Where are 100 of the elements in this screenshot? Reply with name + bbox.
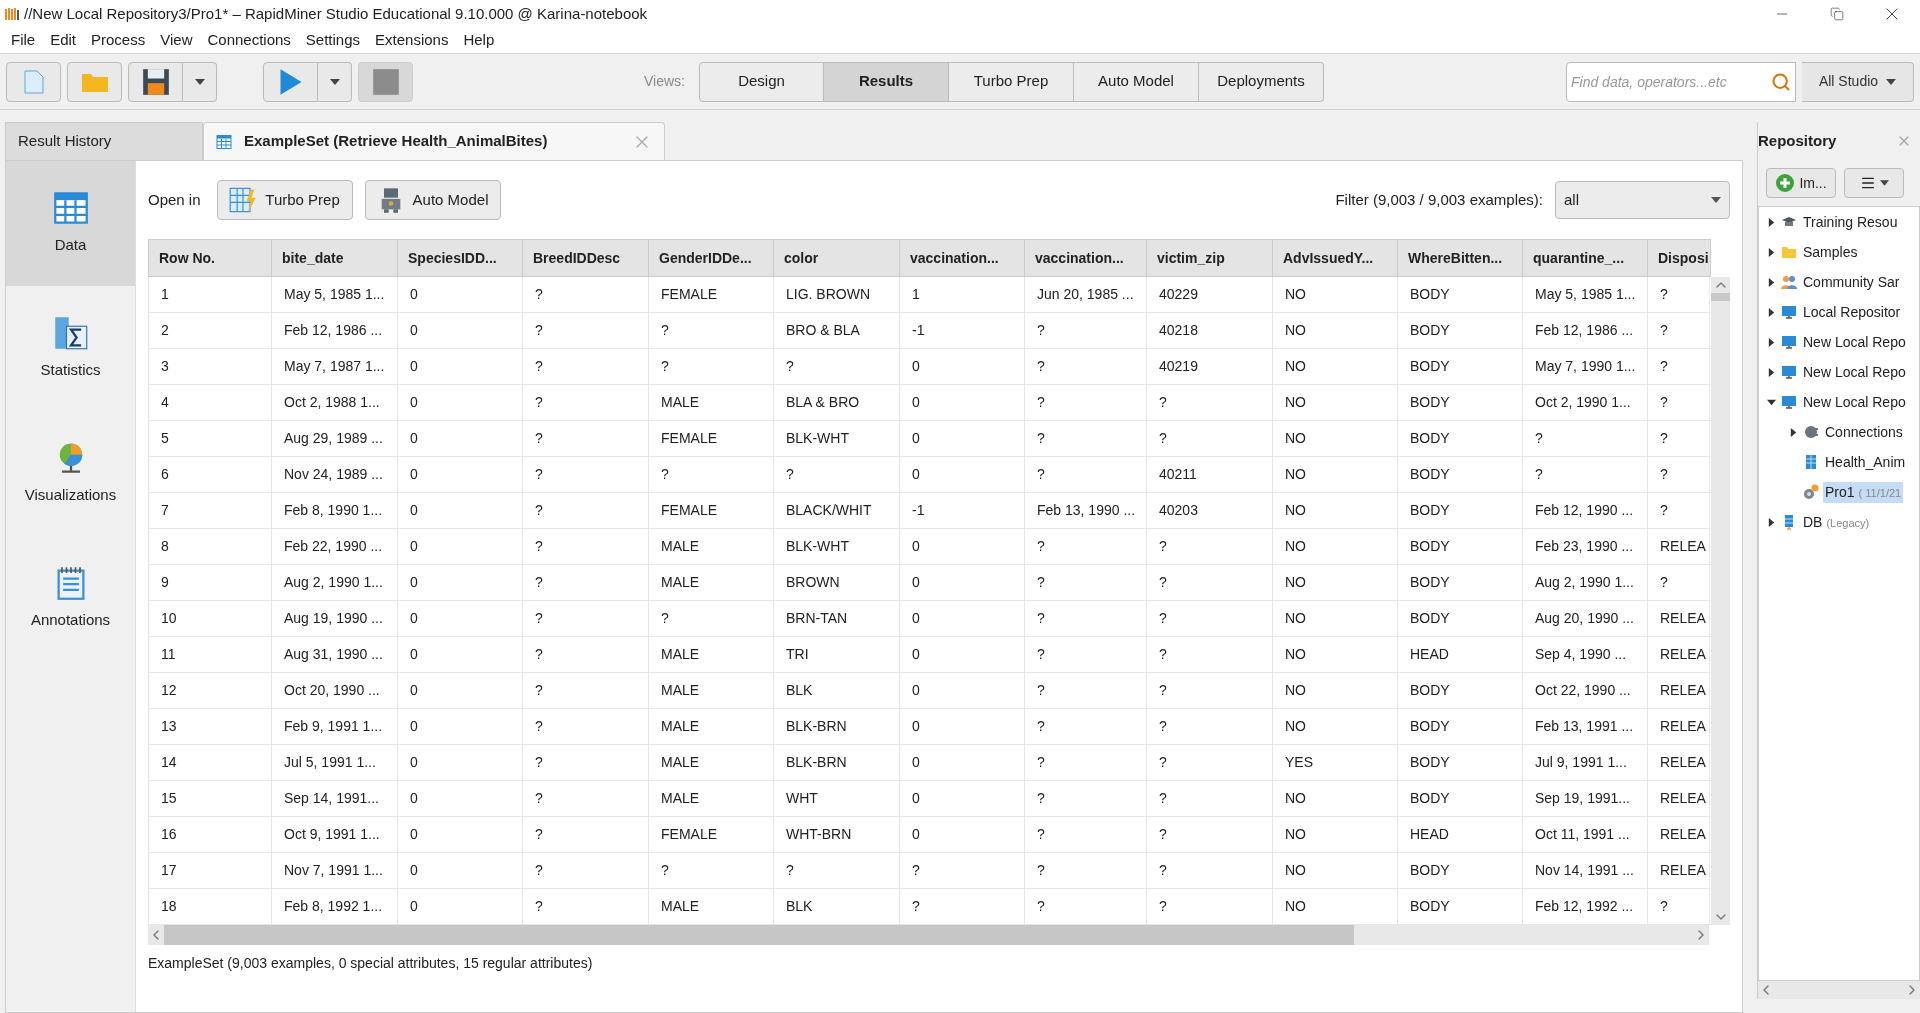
table-cell: ? (523, 601, 649, 636)
restore-icon[interactable] (1830, 7, 1844, 21)
table-cell: NO (1273, 493, 1398, 528)
table-cell: ? (523, 493, 649, 528)
table-cell: Feb 13, 1991 ... (1523, 709, 1648, 744)
column-header[interactable]: victim_zip (1147, 240, 1273, 276)
column-header[interactable]: color (774, 240, 900, 276)
table-cell: NO (1273, 277, 1398, 312)
repository-item[interactable]: Samples (1801, 241, 1860, 263)
column-header[interactable]: quarantine_... (1523, 240, 1648, 276)
repository-item[interactable]: Training Resou (1801, 211, 1900, 233)
table-cell: ? (649, 313, 774, 348)
view-tab[interactable]: Design (699, 61, 824, 102)
table-cell: ? (1648, 493, 1710, 528)
collapsed-arrow-icon[interactable] (1766, 247, 1776, 257)
table-cell: Feb 22, 1990 ... (272, 529, 398, 564)
menu-item[interactable]: Process (86, 29, 151, 52)
table-cell: ? (523, 421, 649, 456)
table-cell: Aug 19, 1990 ... (272, 601, 398, 636)
table-cell: Feb 12, 1990 ... (1523, 493, 1648, 528)
repository-item[interactable]: Health_Anim (1823, 451, 1908, 473)
view-tab[interactable]: Results (824, 61, 949, 102)
save-button[interactable] (128, 61, 183, 102)
expanded-arrow-icon[interactable] (1766, 397, 1776, 407)
plug-icon (1803, 424, 1819, 440)
repository-menu-button[interactable] (1844, 168, 1904, 198)
column-header[interactable]: bite_date (272, 240, 398, 276)
view-sidebar-item[interactable]: Annotations (6, 536, 135, 661)
monitor-icon (1781, 304, 1797, 320)
table-cell: ? (1147, 529, 1273, 564)
repository-item[interactable]: New Local Repo (1801, 361, 1908, 383)
run-dropdown-button[interactable] (318, 61, 352, 102)
column-header[interactable]: Disposi (1648, 240, 1710, 276)
import-button[interactable]: Im... (1766, 168, 1836, 198)
open-in-button[interactable]: Turbo Prep (216, 180, 353, 220)
result-tab[interactable]: Result History (5, 122, 203, 160)
stop-button[interactable] (358, 61, 413, 102)
collapsed-arrow-icon[interactable] (1766, 367, 1776, 377)
column-header[interactable]: SpeciesIDD... (398, 240, 523, 276)
menu-item[interactable]: Extensions (370, 29, 454, 52)
table-icon (52, 190, 89, 227)
menu-item[interactable]: View (155, 29, 198, 52)
table-cell: Oct 9, 1991 1... (272, 817, 398, 852)
table-cell: NO (1273, 781, 1398, 816)
run-button[interactable] (263, 61, 318, 102)
view-sidebar-item[interactable]: Data (6, 161, 135, 286)
view-sidebar-item[interactable]: Visualizations (6, 411, 135, 536)
table-cell: 18 (149, 889, 272, 924)
table-cell: 0 (398, 493, 523, 528)
view-tab[interactable]: Auto Model (1074, 61, 1199, 102)
menu-item[interactable]: File (6, 29, 41, 52)
column-header[interactable]: Row No. (149, 240, 272, 276)
plus-icon (1775, 173, 1796, 193)
table-cell: ? (1648, 349, 1710, 384)
repository-item[interactable]: Pro1 ( 11/1/21 (1823, 481, 1904, 503)
repository-item[interactable]: Connections (1823, 421, 1905, 443)
column-header[interactable]: BreedIDDesc (523, 240, 649, 276)
column-header[interactable]: AdvIssuedY... (1273, 240, 1398, 276)
table-cell: ? (649, 853, 774, 888)
view-tab[interactable]: Deployments (1199, 61, 1324, 102)
column-header[interactable]: vaccination... (1025, 240, 1147, 276)
open-in-button[interactable]: Auto Model (364, 180, 501, 220)
column-header[interactable]: WhereBitten... (1398, 240, 1523, 276)
view-tab[interactable]: Turbo Prep (949, 61, 1074, 102)
repository-item[interactable]: Community Sar (1801, 271, 1902, 293)
table-cell: BLK-BRN (774, 709, 900, 744)
table-cell: ? (1147, 745, 1273, 780)
collapsed-arrow-icon[interactable] (1766, 517, 1776, 527)
repository-item[interactable]: New Local Repo (1801, 331, 1908, 353)
column-header[interactable]: GenderIDDe... (649, 240, 774, 276)
table-cell: NO (1273, 601, 1398, 636)
table-cell: 0 (398, 385, 523, 420)
repository-item[interactable]: DB (Legacy) (1801, 511, 1872, 533)
collapsed-arrow-icon[interactable] (1766, 307, 1776, 317)
repository-item[interactable]: New Local Repo (1801, 391, 1908, 413)
save-dropdown-button[interactable] (183, 61, 217, 102)
view-sidebar-item[interactable]: Statistics (6, 286, 135, 411)
collapsed-arrow-icon[interactable] (1766, 277, 1776, 287)
collapsed-arrow-icon[interactable] (1788, 427, 1798, 437)
column-header[interactable]: vaccination... (900, 240, 1025, 276)
menu-item[interactable]: Connections (202, 29, 296, 52)
collapsed-arrow-icon[interactable] (1766, 337, 1776, 347)
table-cell: NO (1273, 889, 1398, 924)
table-cell: FEMALE (649, 493, 774, 528)
table-cell: WHT-BRN (774, 817, 900, 852)
table-cell: 0 (398, 601, 523, 636)
menu-item[interactable]: Help (458, 29, 500, 52)
repository-item[interactable]: Local Repositor (1801, 301, 1903, 323)
search-field[interactable]: Find data, operators...etc (1567, 62, 1771, 101)
result-tab[interactable]: ExampleSet (Retrieve Health_AnimalBites) (203, 122, 665, 160)
table-cell: 5 (149, 421, 272, 456)
scope-dropdown[interactable]: All Studio (1802, 61, 1914, 102)
table-cell: ? (1523, 457, 1648, 492)
scroll-thumb[interactable] (1711, 293, 1730, 301)
menu-item[interactable]: Edit (45, 29, 82, 52)
filter-dropdown[interactable]: all (1555, 181, 1730, 219)
search-box[interactable]: Find data, operators...etc (1566, 61, 1796, 102)
menu-item[interactable]: Settings (300, 29, 366, 52)
table-cell: ? (523, 817, 649, 852)
collapsed-arrow-icon[interactable] (1766, 217, 1776, 227)
